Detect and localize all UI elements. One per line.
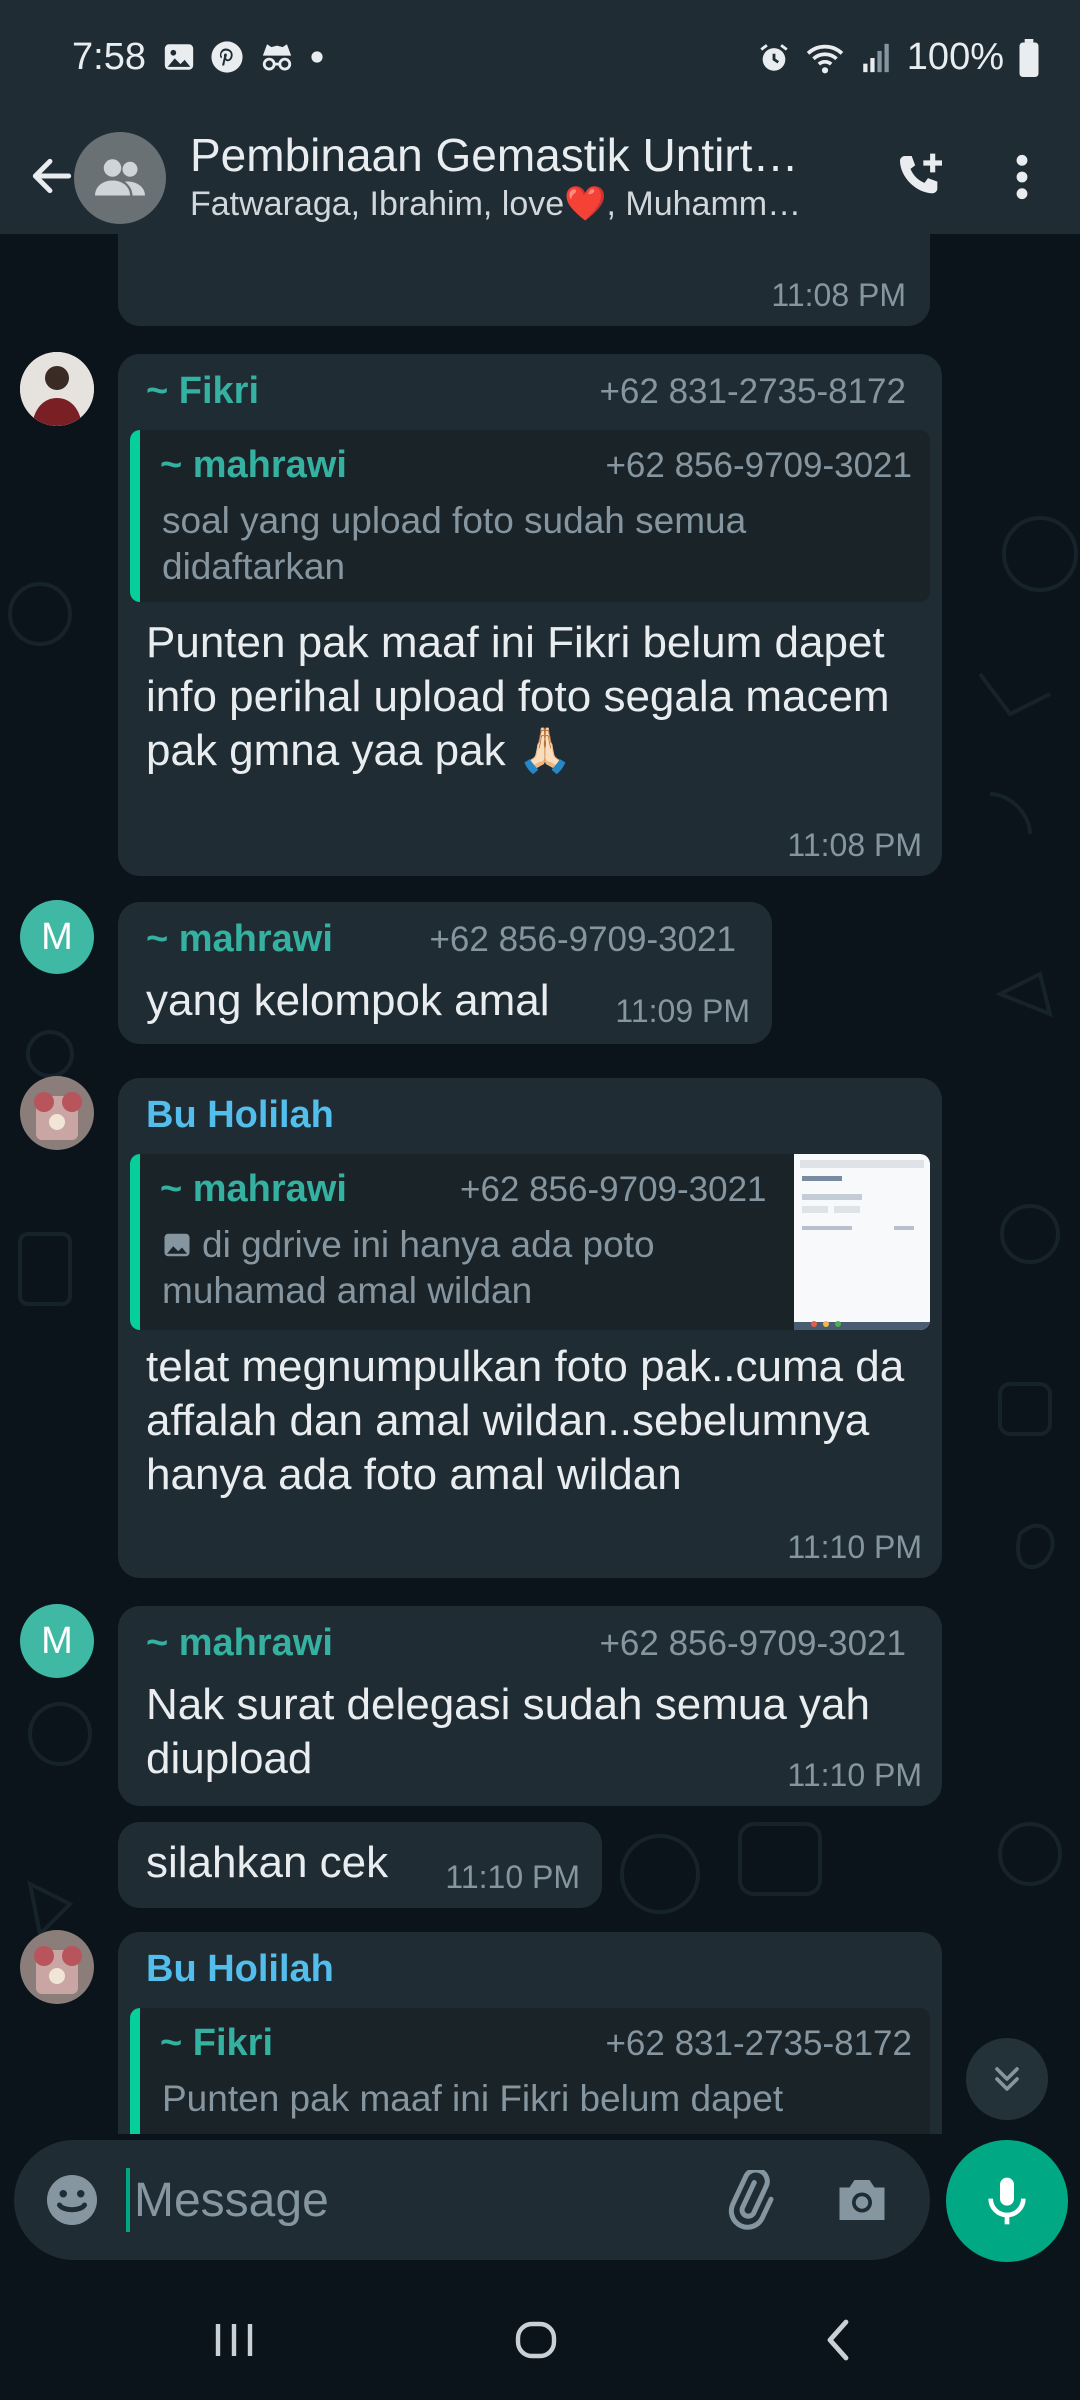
quote-bar: [130, 430, 140, 602]
avatar-bu-holilah[interactable]: [20, 1076, 94, 1150]
quote-phone: +62 856-9709-3021: [460, 1170, 767, 1209]
emoji-icon[interactable]: [42, 2170, 102, 2230]
status-system-icons: 100%: [757, 36, 1040, 79]
text-caret: [126, 2168, 130, 2232]
message-bubble[interactable]: ~ Fikri +62 831-2735-8172 ~ mahrawi +62 …: [118, 354, 942, 876]
status-notification-icons: [162, 40, 324, 74]
incognito-icon: [262, 44, 292, 71]
message-time: 11:09 PM: [615, 993, 750, 1029]
avatar-mahrawi[interactable]: M: [20, 900, 94, 974]
quote-phone: +62 856-9709-3021: [605, 446, 912, 485]
avatar-fikri[interactable]: [20, 352, 94, 426]
avatar-bu-holilah[interactable]: [20, 1930, 94, 2004]
message-text: Punten pak maaf ini Fikri belum dapet in…: [146, 618, 890, 775]
sender-phone: +62 856-9709-3021: [599, 1624, 906, 1663]
person-photo-icon: [20, 352, 94, 426]
more-vert-icon: [1016, 154, 1028, 200]
quote-text: Punten pak maaf ini Fikri belum dapet: [162, 2078, 784, 2119]
screenshot-thumbnail-icon: [794, 1154, 930, 1330]
add-call-button[interactable]: [876, 132, 966, 222]
message-bubble[interactable]: silahkan cek 11:10 PM: [118, 1822, 602, 1908]
nav-back-button[interactable]: [778, 2300, 898, 2380]
quote-phone: +62 831-2735-8172: [605, 2024, 912, 2063]
message-bubble[interactable]: Bu Holilah ~ Fikri +62 831-2735-8172 Pun…: [118, 1932, 942, 2134]
mic-icon: [988, 2177, 1026, 2225]
message-time: 11:10 PM: [787, 1757, 922, 1793]
gallery-icon: [164, 44, 194, 70]
message-bubble[interactable]: 11:08 PM: [118, 234, 930, 326]
battery-percent: 100%: [906, 36, 1004, 78]
pinterest-icon: [211, 41, 243, 73]
status-time: 7:58: [72, 36, 146, 78]
home-icon: [515, 2321, 557, 2359]
home-button[interactable]: [476, 2300, 596, 2380]
message-text: silahkan cek: [146, 1838, 389, 1887]
group-avatar-icon: [95, 159, 145, 196]
status-bar: 7:58 100%: [0, 0, 1080, 120]
message-composer: [14, 2140, 930, 2260]
quoted-message[interactable]: ~ mahrawi +62 856-9709-3021 soal yang up…: [130, 430, 930, 602]
message-time: 11:08 PM: [787, 827, 922, 863]
quote-bar: [130, 1154, 140, 1330]
message-time: 11:08 PM: [771, 277, 906, 313]
message-bubble[interactable]: ~ mahrawi +62 856-9709-3021 yang kelompo…: [118, 902, 772, 1044]
message-sender[interactable]: Bu Holilah: [146, 1094, 334, 1137]
chevron-double-down-icon: [995, 2067, 1019, 2091]
message-bubble[interactable]: ~ mahrawi +62 856-9709-3021 Nak surat de…: [118, 1606, 942, 1806]
quoted-message[interactable]: ~ mahrawi +62 856-9709-3021 di gdrive in…: [130, 1154, 930, 1330]
back-arrow-icon: [32, 158, 72, 194]
flower-photo-icon: [20, 1076, 94, 1150]
chat-header: Pembinaan Gemastik Untirt… Fatwaraga, Ib…: [0, 120, 1080, 234]
quote-image-thumbnail[interactable]: [794, 1154, 930, 1330]
message-sender[interactable]: ~ mahrawi: [146, 918, 333, 961]
message-time: 11:10 PM: [787, 1529, 922, 1565]
quote-text: soal yang upload foto sudah semua didaft…: [162, 500, 747, 587]
signal-icon: [863, 43, 889, 72]
message-text: telat megnumpulkan foto pak..cuma da aff…: [146, 1342, 905, 1499]
sender-phone: +62 856-9709-3021: [429, 920, 736, 959]
quote-sender: ~ mahrawi: [160, 444, 347, 486]
battery-icon: [1019, 38, 1039, 77]
chat-participants[interactable]: Fatwaraga, Ibrahim, love❤️, Muhamm…: [190, 184, 840, 224]
quote-sender: ~ mahrawi: [160, 1168, 347, 1210]
message-text: yang kelompok amal: [146, 976, 550, 1025]
voice-message-button[interactable]: [946, 2140, 1068, 2262]
add-call-icon: [900, 153, 942, 194]
attach-icon: [728, 2170, 774, 2230]
wifi-icon: [806, 44, 843, 73]
more-options-button[interactable]: [984, 132, 1060, 222]
flower-photo-icon: [20, 1930, 94, 2004]
system-navigation-bar: [0, 2280, 1080, 2400]
recents-icon: [215, 2324, 253, 2356]
message-time: 11:10 PM: [445, 1859, 580, 1895]
scroll-to-bottom-button[interactable]: [966, 2038, 1048, 2120]
message-sender[interactable]: Bu Holilah: [146, 1948, 334, 1991]
attach-button[interactable]: [714, 2164, 786, 2236]
message-input[interactable]: [134, 2162, 694, 2238]
alarm-icon: [760, 43, 788, 71]
recents-button[interactable]: [174, 2300, 294, 2380]
quoted-message[interactable]: ~ Fikri +62 831-2735-8172 Punten pak maa…: [130, 2008, 930, 2134]
chat-title[interactable]: Pembinaan Gemastik Untirt…: [190, 128, 830, 182]
message-sender[interactable]: ~ Fikri: [146, 370, 259, 413]
quote-text: di gdrive ini hanya ada poto muhamad ama…: [162, 1224, 655, 1311]
quote-sender: ~ Fikri: [160, 2022, 273, 2064]
camera-icon: [839, 2180, 885, 2220]
message-sender[interactable]: ~ mahrawi: [146, 1622, 333, 1665]
group-avatar[interactable]: [74, 132, 166, 224]
camera-button[interactable]: [826, 2164, 898, 2236]
nav-back-icon: [827, 2319, 849, 2361]
sender-phone: +62 831-2735-8172: [599, 372, 906, 411]
message-bubble[interactable]: Bu Holilah ~ mahrawi +62 856-9709-3021 d…: [118, 1078, 942, 1578]
avatar-mahrawi[interactable]: M: [20, 1604, 94, 1678]
quote-bar: [130, 2008, 140, 2134]
dot-icon: [311, 51, 323, 63]
chat-messages-area[interactable]: 11:08 PM ~ Fikri +62 831-2735-8172 ~ mah…: [0, 234, 1080, 2134]
